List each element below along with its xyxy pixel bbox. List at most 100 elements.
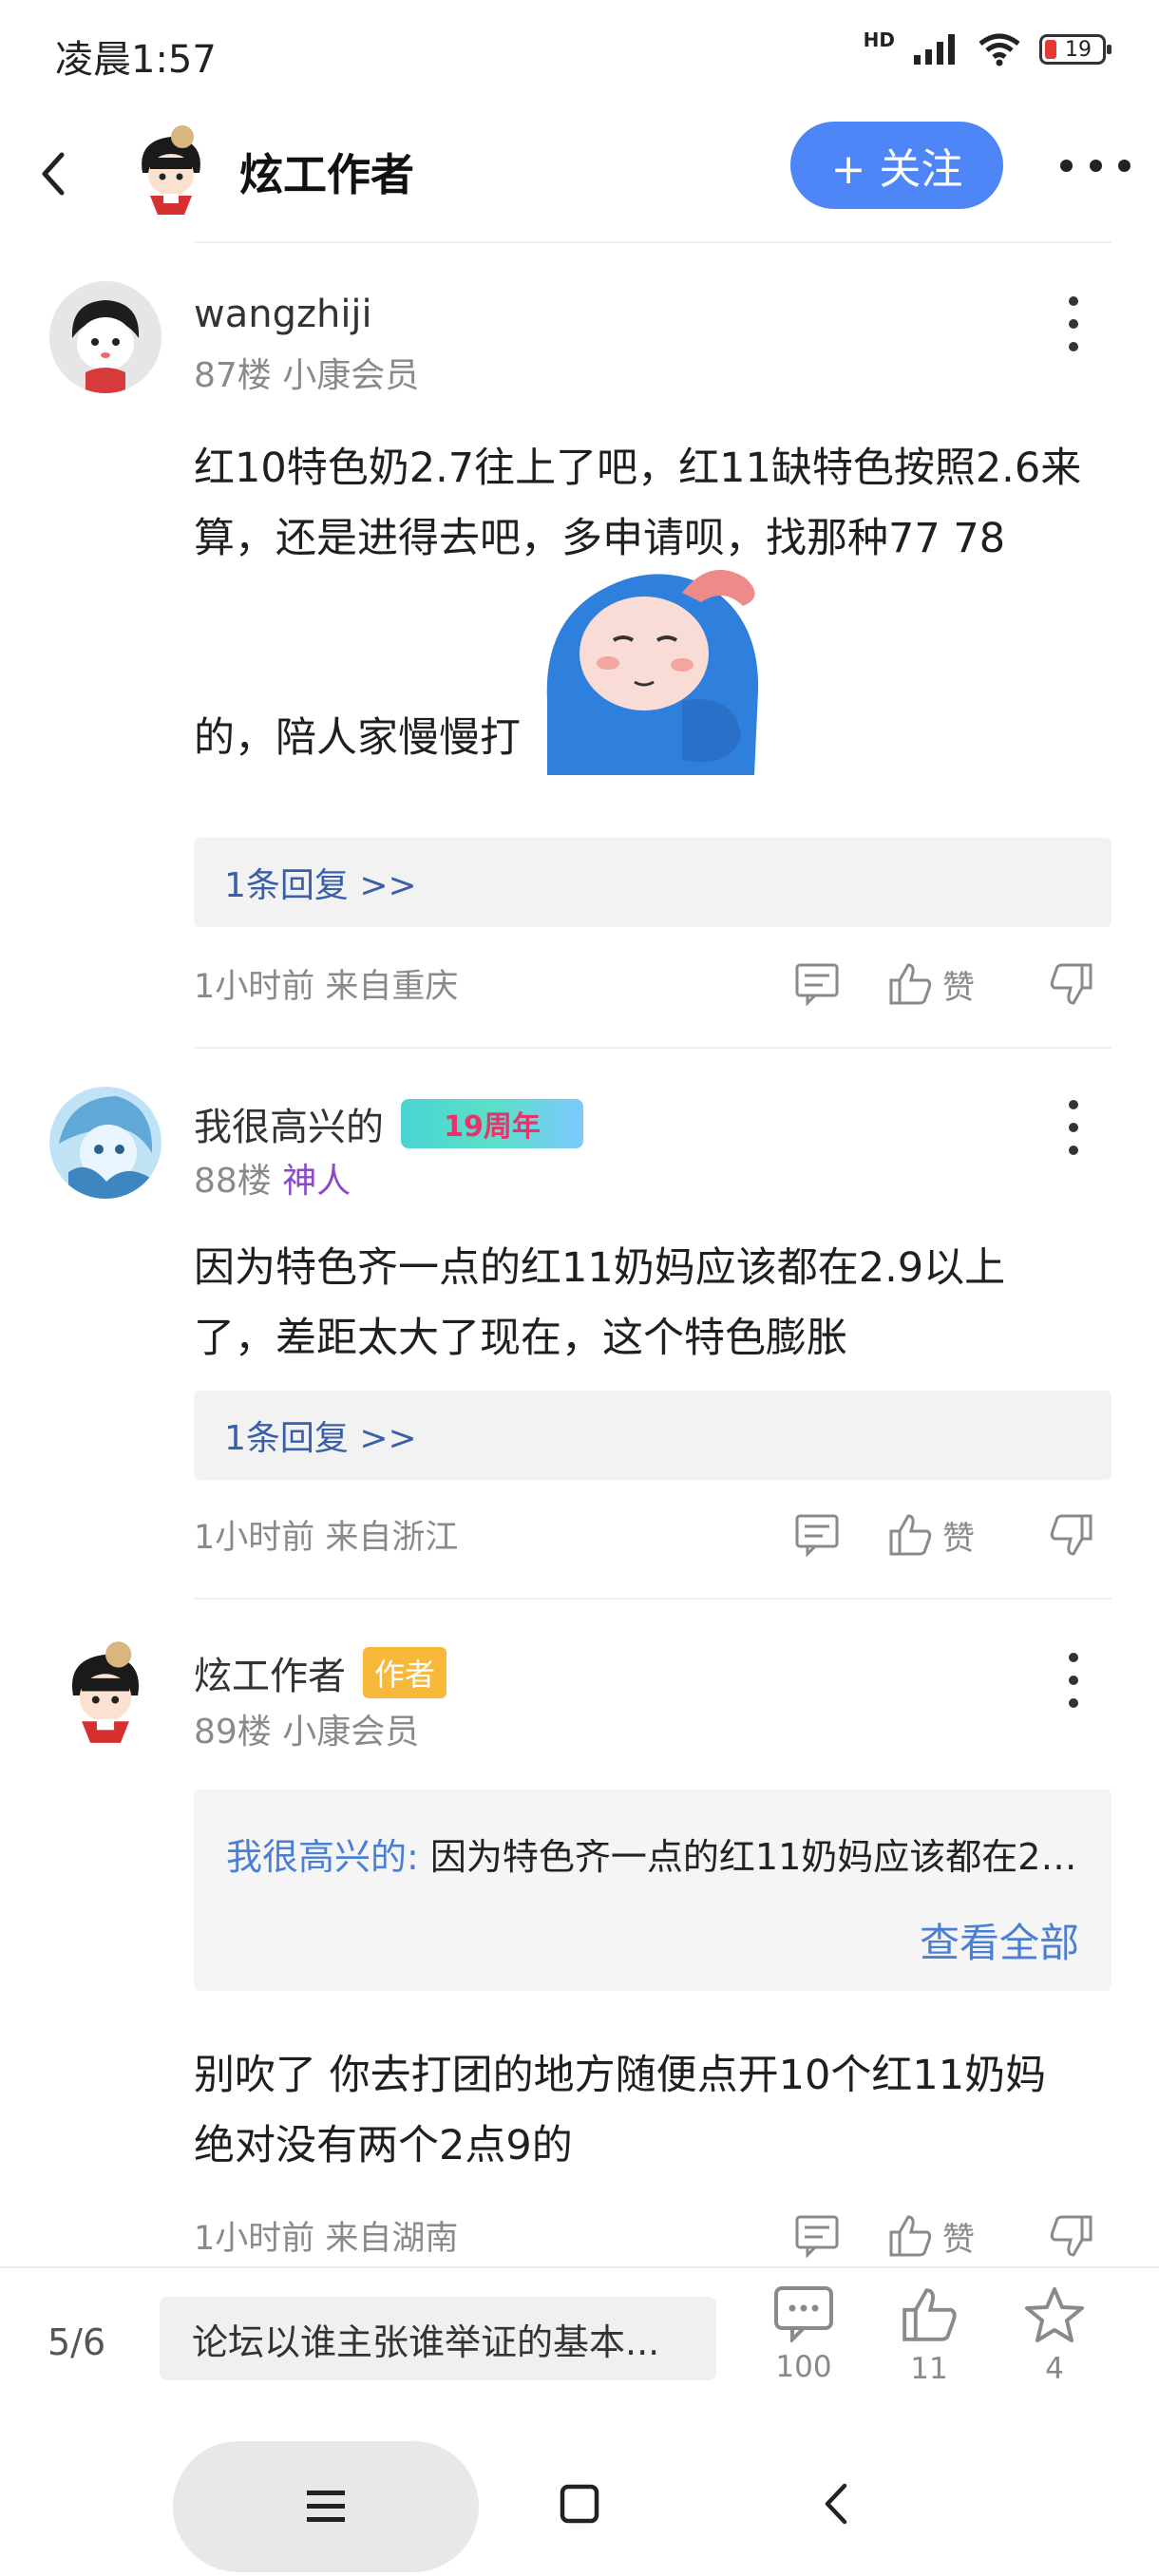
- post-meta: 1小时前 来自浙江: [194, 1510, 458, 1559]
- menu-icon: [307, 2491, 345, 2522]
- floor-info: 89楼 小康会员: [194, 1704, 419, 1753]
- thumbs-up-icon: [889, 963, 932, 1005]
- post-menu-icon[interactable]: [1064, 1100, 1083, 1155]
- post-menu-icon[interactable]: [1064, 296, 1083, 351]
- avatar-chibi-icon: [142, 125, 200, 215]
- thumbs-up-icon: [902, 2288, 957, 2341]
- like-button[interactable]: 赞: [887, 2209, 975, 2263]
- post-content: 因为特色齐一点的红11奶妈应该都在2.9以上 了，差距太大了现在，这个特色膨胀: [194, 1233, 1106, 1373]
- reply-count-link[interactable]: 1条回复 >>: [194, 1391, 1112, 1480]
- quote-line: 我很高兴的: 因为特色齐一点的红11奶妈应该都在2....: [226, 1828, 1081, 1880]
- view-all-link[interactable]: 查看全部: [920, 1911, 1079, 1969]
- post-content: 别吹了 你去打团的地方随便点开10个红11奶妈 绝对没有两个2点9的: [194, 2040, 1106, 2181]
- post-meta: 1小时前 来自重庆: [194, 959, 458, 1008]
- post-time: 1小时前: [194, 2220, 315, 2258]
- like-label: 赞: [942, 968, 975, 1007]
- post-menu-icon[interactable]: [1064, 1653, 1083, 1708]
- status-bar: 凌晨1:57 HD 19: [0, 0, 1159, 106]
- post-divider: [194, 1047, 1112, 1049]
- more-options-icon[interactable]: [1060, 144, 1130, 186]
- post-location: 来自重庆: [325, 968, 459, 1006]
- square-icon: [560, 2484, 599, 2524]
- like-total-button[interactable]: 11: [882, 2285, 977, 2409]
- author-row: 我很高兴的 19周年: [194, 1096, 583, 1151]
- like-button[interactable]: 赞: [887, 957, 975, 1011]
- dislike-button[interactable]: [1049, 2209, 1094, 2263]
- content-line: 别吹了 你去打团的地方随便点开10个红11奶妈: [194, 2052, 1047, 2099]
- comments-button[interactable]: 100: [756, 2285, 851, 2409]
- post-actions: 赞: [794, 2209, 1112, 2263]
- system-back-button[interactable]: [811, 2479, 861, 2529]
- member-level: 神人: [282, 1162, 352, 1201]
- comment-button[interactable]: [794, 2209, 840, 2263]
- system-nav-bar: [0, 2428, 1159, 2576]
- avatar[interactable]: [49, 1087, 162, 1199]
- header-avatar[interactable]: [122, 123, 220, 222]
- avatar-cartoon-icon: [49, 281, 162, 393]
- like-label: 赞: [942, 1519, 975, 1558]
- signal-icon: [914, 34, 955, 65]
- avatar-anime-icon: [49, 1087, 162, 1199]
- comment-icon: [795, 2215, 839, 2258]
- avatar-chibi-icon: [71, 1641, 140, 1743]
- comment-icon: [795, 963, 839, 1006]
- status-icons: HD 19: [864, 28, 1112, 66]
- comment-button[interactable]: [794, 957, 840, 1011]
- bottom-bar: 5/6 论坛以谁主张谁举证的基本... 100 11 4: [0, 2266, 1159, 2428]
- member-level: 小康会员: [282, 1713, 420, 1752]
- dislike-button[interactable]: [1049, 1508, 1094, 1562]
- reply-input[interactable]: 论坛以谁主张谁举证的基本...: [160, 2297, 716, 2380]
- floor-number: 87楼: [194, 356, 272, 395]
- star-icon: [1025, 2287, 1084, 2342]
- favorite-button[interactable]: 4: [1007, 2285, 1102, 2409]
- header-divider: [194, 241, 1112, 243]
- author-name[interactable]: 炫工作者: [194, 1645, 346, 1700]
- content-emoji-line: 的，陪人家慢慢打: [194, 569, 1106, 775]
- content-line: 了，差距太大了现在，这个特色膨胀: [194, 1315, 847, 1362]
- author-name[interactable]: wangzhiji: [194, 293, 372, 336]
- author-name[interactable]: 我很高兴的: [194, 1096, 384, 1151]
- battery-icon: 19: [1039, 34, 1112, 65]
- chevron-left-icon: [825, 2483, 847, 2525]
- comment-icon: [795, 1514, 839, 1557]
- content-line: 绝对没有两个2点9的: [194, 2122, 573, 2169]
- thumbs-up-icon: [889, 2215, 932, 2257]
- like-label: 赞: [942, 2220, 975, 2259]
- post-location: 来自浙江: [325, 1519, 459, 1557]
- page-indicator[interactable]: 5/6: [48, 2321, 105, 2363]
- menu-button[interactable]: [173, 2441, 479, 2572]
- follow-button[interactable]: + 关注: [790, 122, 1003, 209]
- anniversary-badge: 19周年: [401, 1099, 583, 1148]
- member-level: 小康会员: [282, 356, 420, 395]
- floor-info: 87楼 小康会员: [194, 348, 419, 397]
- header-title: 炫工作者: [239, 149, 414, 200]
- post-divider: [194, 1598, 1112, 1600]
- floor-info: 88楼 神人: [194, 1153, 351, 1203]
- blue-blob-sticker-icon: [546, 569, 759, 775]
- chevron-left-icon: [42, 152, 65, 196]
- header: 炫工作者 + 关注: [0, 106, 1159, 241]
- reply-count-link[interactable]: 1条回复 >>: [194, 838, 1112, 927]
- post-meta: 1小时前 来自湖南: [194, 2211, 458, 2260]
- avatar[interactable]: [49, 1639, 162, 1752]
- dislike-button[interactable]: [1049, 957, 1094, 1011]
- post-content: 红10特色奶2.7往上了吧，红11缺特色按照2.6来 算，还是进得去吧，多申请呗…: [194, 433, 1106, 775]
- status-time: 凌晨1:57: [55, 38, 217, 82]
- quote-author[interactable]: 我很高兴的:: [226, 1836, 419, 1878]
- hd-label: HD: [863, 28, 895, 51]
- post-actions: 赞: [794, 1508, 1112, 1562]
- home-button[interactable]: [555, 2479, 604, 2529]
- quoted-reply[interactable]: 我很高兴的: 因为特色齐一点的红11奶妈应该都在2.... 查看全部: [194, 1790, 1112, 1991]
- content-line: 红10特色奶2.7往上了吧，红11缺特色按照2.6来: [194, 445, 1082, 492]
- comment-count: 100: [775, 2350, 832, 2384]
- floor-number: 88楼: [194, 1162, 272, 1201]
- author-badge: 作者: [363, 1647, 447, 1698]
- like-button[interactable]: 赞: [887, 1508, 975, 1562]
- post-time: 1小时前: [194, 1519, 315, 1557]
- comment-icon: [774, 2286, 833, 2342]
- back-button[interactable]: [32, 142, 74, 205]
- content-line: 因为特色齐一点的红11奶妈应该都在2.9以上: [194, 1244, 1006, 1292]
- content-line: 的，陪人家慢慢打: [194, 714, 521, 762]
- comment-button[interactable]: [794, 1508, 840, 1562]
- avatar[interactable]: [49, 281, 162, 393]
